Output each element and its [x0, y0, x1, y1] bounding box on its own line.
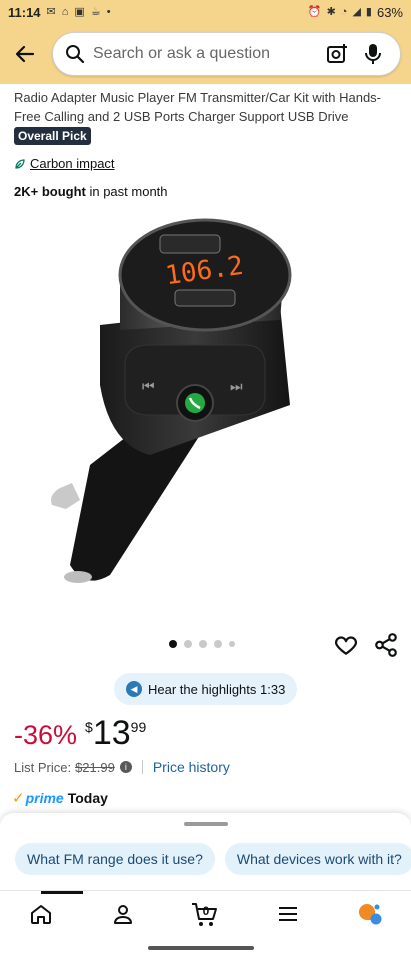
hear-highlights-button[interactable]: ◀ Hear the highlights 1:33 — [114, 673, 298, 705]
status-bar: 11:14 ✉ ⌂ ▣ ☕ • ⏰ ✱ ◔ ◢ ▮ 63% — [0, 0, 411, 24]
save-to-list-button[interactable] — [333, 632, 359, 658]
status-time: 11:14 — [8, 4, 41, 20]
bought-count: 2K+ bought in past month — [14, 184, 168, 199]
carbon-impact-link[interactable]: Carbon impact — [30, 156, 115, 171]
prime-check-icon: ✓ — [12, 790, 25, 807]
carousel-dot[interactable] — [169, 640, 177, 648]
sheet-drag-handle[interactable] — [184, 822, 228, 826]
carousel-dot[interactable] — [199, 640, 207, 648]
voice-search-button[interactable] — [358, 39, 388, 69]
divider — [141, 760, 143, 774]
nav-rufus[interactable] — [350, 894, 390, 934]
highlights-label: Hear the highlights 1:33 — [148, 681, 286, 697]
carousel-dot[interactable] — [184, 640, 192, 648]
back-button[interactable] — [10, 39, 40, 69]
signal-icon: ◢ — [352, 5, 361, 18]
wifi-icon: ◔ — [340, 5, 348, 18]
nav-account[interactable] — [103, 894, 143, 934]
share-button[interactable] — [373, 632, 399, 658]
product-image[interactable]: 106.2 ⏮ ⏭ — [30, 205, 380, 625]
gmail-icon: ✉ — [46, 5, 56, 18]
app-header — [0, 24, 411, 84]
hamburger-menu-icon — [278, 906, 297, 921]
more-dot-icon: • — [106, 5, 111, 18]
camera-search-button[interactable] — [322, 39, 352, 69]
question-chips: What FM range does it use? What devices … — [15, 843, 411, 875]
info-icon[interactable]: i — [119, 761, 132, 773]
svg-text:⏮: ⏮ — [142, 379, 155, 395]
app-notification-icon: ▣ — [74, 5, 85, 18]
cart-icon: 0 — [192, 902, 218, 926]
price-whole: 13 — [92, 714, 131, 752]
bluetooth-icon: ✱ — [326, 5, 336, 18]
rufus-question-sheet: What FM range does it use? What devices … — [0, 813, 411, 890]
image-carousel-dots[interactable] — [169, 640, 235, 648]
bought-bold: 2K+ bought — [14, 184, 86, 199]
price-row: -36% $ 13 99 — [14, 713, 146, 753]
cart-count: 0 — [203, 904, 210, 918]
product-title-text: Radio Adapter Music Player FM Transmitte… — [14, 90, 382, 124]
leaf-icon — [15, 158, 25, 169]
carousel-dot[interactable] — [229, 641, 235, 647]
gesture-navigation-bar[interactable] — [148, 946, 254, 950]
product-title[interactable]: Radio Adapter Music Player FM Transmitte… — [14, 88, 399, 126]
battery-icon: ▮ — [365, 5, 372, 18]
bottom-nav: 0 — [0, 890, 411, 936]
price-currency: $ — [85, 719, 93, 735]
rufus-assistant-icon — [358, 903, 382, 924]
discount-percent: -36% — [14, 720, 78, 750]
question-chip[interactable]: What devices work with it? — [224, 843, 411, 875]
carbon-impact[interactable]: Carbon impact — [14, 156, 115, 171]
list-price-label: List Price: — [14, 759, 72, 775]
share-icon — [375, 633, 397, 657]
search-box[interactable] — [52, 32, 401, 76]
question-chip[interactable]: What FM range does it use? — [15, 843, 215, 875]
prime-delivery: ✓ prime Today — [12, 789, 108, 807]
home-icon — [31, 904, 52, 924]
search-input[interactable] — [93, 45, 316, 63]
camera-scan-icon — [327, 44, 347, 63]
alarm-icon: ⏰ — [307, 5, 322, 18]
delivery-day: Today — [67, 790, 108, 806]
nav-cart[interactable]: 0 — [185, 894, 225, 934]
nav-menu[interactable] — [268, 894, 308, 934]
home-notification-icon: ⌂ — [61, 5, 69, 18]
carousel-dot[interactable] — [214, 640, 222, 648]
battery-percent: 63% — [376, 4, 403, 20]
prime-logo: prime — [25, 790, 64, 806]
fm-transmitter-illustration: 106.2 ⏮ ⏭ — [51, 218, 292, 583]
nav-home[interactable] — [21, 890, 84, 934]
list-price-row: List Price: $21.99 i Price history — [14, 759, 230, 775]
heart-icon — [335, 636, 357, 655]
audio-icon: ◀ — [126, 681, 142, 697]
price-cents: 99 — [130, 719, 147, 735]
bought-suffix: in past month — [85, 184, 168, 199]
microphone-icon — [365, 44, 381, 64]
active-tab-indicator — [41, 890, 84, 894]
cup-icon: ☕ — [90, 5, 101, 18]
svg-text:⏭: ⏭ — [230, 379, 243, 395]
search-icon — [66, 45, 85, 64]
price-history-link[interactable]: Price history — [153, 759, 230, 775]
person-icon — [114, 904, 133, 924]
arrow-left-icon — [15, 45, 35, 63]
list-price-value: $21.99 — [75, 759, 115, 775]
overall-pick-badge: Overall Pick — [14, 127, 91, 145]
